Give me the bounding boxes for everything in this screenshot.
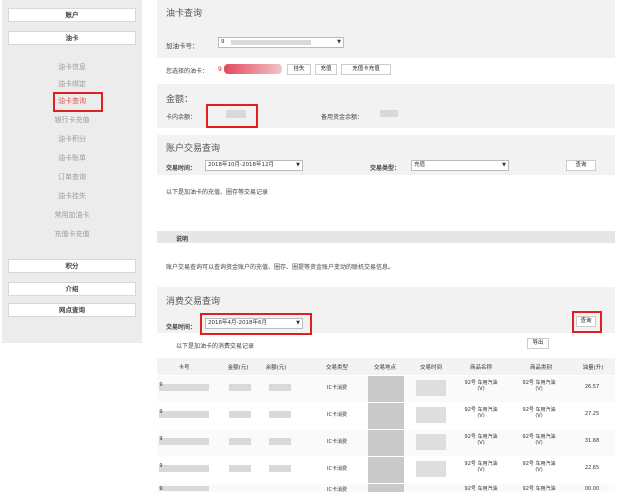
sidebar-card-header[interactable]: 油卡 <box>8 31 136 45</box>
col-header-product: 商品名称 <box>469 365 492 371</box>
masked-reserve-balance <box>380 110 398 117</box>
sidebar-item-order-query[interactable]: 订单查询 <box>2 172 142 182</box>
account-tx-title: 账户交易查询 <box>166 144 221 154</box>
row-card-prefix: 9 <box>159 463 163 469</box>
notes-header <box>157 231 615 243</box>
account-tx-desc: 以下是加油卡的充值、圈存等交易记录 <box>166 189 269 196</box>
balance-highlight-box <box>206 104 258 128</box>
col-header-amount: 金额(元) <box>227 365 249 371</box>
col-header-type: 交易类型 <box>325 365 348 371</box>
row-volume: 31.68 <box>584 438 600 444</box>
selected-card-label: 您选择的油卡： <box>166 68 209 75</box>
chevron-down-icon: ▼ <box>296 162 300 168</box>
row-card-prefix: 9 <box>159 409 163 415</box>
balance-title: 金额： <box>166 95 194 105</box>
row-type: IC卡消费 <box>327 439 347 445</box>
sidebar-highlight-box <box>53 92 103 112</box>
recharge-button[interactable]: 充值 <box>315 64 337 75</box>
account-tx-time-select[interactable]: 2018年10月-2018年12月 ▼ <box>205 160 303 171</box>
row-card-prefix: 9 <box>159 486 163 492</box>
row-volume: 26.57 <box>584 384 600 390</box>
sidebar-item-card-bill[interactable]: 油卡账单 <box>2 153 142 163</box>
sidebar-intro-header[interactable]: 介绍 <box>8 282 136 296</box>
query-title: 油卡查询 <box>166 9 203 19</box>
card-recharge-button[interactable]: 充值卡充值 <box>341 64 391 75</box>
row-category: 92号 车用汽油(V) <box>522 434 556 446</box>
row-category: 92号 车用汽油(V) <box>522 407 556 419</box>
notes-text: 账户交易查询可以查询资金账户的充值、圈存、圈提等资金账户变动的联机交易信息。 <box>166 264 395 271</box>
masked-selected-card <box>224 64 282 74</box>
consume-tx-time-label: 交易时间： <box>166 324 197 331</box>
col-header-balance: 余额(元) <box>265 365 287 371</box>
row-type: IC卡消费 <box>327 385 347 391</box>
row-volume: 22.65 <box>584 465 600 471</box>
sidebar-item-common-cards[interactable]: 常用加油卡 <box>2 210 142 220</box>
col-header-time: 交易时间 <box>419 365 442 371</box>
notes-title: 说明 <box>176 236 189 243</box>
sidebar-account-header[interactable]: 账户 <box>8 8 136 22</box>
masked-card-number <box>231 40 311 45</box>
row-product: 92号 车用汽油(V) <box>464 461 498 473</box>
sidebar-item-card-info[interactable]: 油卡信息 <box>2 62 142 72</box>
chevron-down-icon: ▼ <box>502 162 506 168</box>
row-product: 92号 车用汽油(V) <box>464 434 498 446</box>
row-product: 92号 车用汽油(V) <box>464 380 498 392</box>
time-highlight-box <box>200 313 312 335</box>
col-header-card: 卡号 <box>178 365 190 371</box>
sidebar-outlets-header[interactable]: 网点查询 <box>8 303 136 317</box>
sidebar-item-bank-recharge[interactable]: 银行卡充值 <box>2 115 142 125</box>
account-tx-type-value: 充值 <box>414 162 426 168</box>
col-header-location: 交易地点 <box>373 365 396 371</box>
sidebar-points-header[interactable]: 积分 <box>8 259 136 273</box>
row-category: 92号 车用汽油(V) <box>522 461 556 473</box>
row-card-prefix: 9 <box>159 382 163 388</box>
row-category: 92号 车用汽油(V) <box>522 380 556 392</box>
row-type: IC卡消费 <box>327 466 347 472</box>
card-balance-label: 卡内余额： <box>166 114 197 121</box>
sidebar-item-card-report-loss[interactable]: 油卡挂失 <box>2 191 142 201</box>
account-tx-time-value: 2018年10月-2018年12月 <box>208 162 274 168</box>
chevron-down-icon: ▼ <box>337 39 341 45</box>
reserve-balance-label: 备用资金余额： <box>321 114 364 121</box>
selected-card-value: 9 <box>218 66 222 73</box>
sidebar-item-card-bind[interactable]: 油卡绑定 <box>2 79 142 89</box>
col-header-category: 商品类别 <box>529 365 552 371</box>
account-tx-query-button[interactable]: 查询 <box>566 160 596 171</box>
card-number-select[interactable]: 9 ▼ <box>218 37 344 48</box>
export-button[interactable]: 导出 <box>527 338 549 349</box>
query-highlight-box <box>572 311 602 333</box>
sidebar-item-voucher-recharge[interactable]: 充值卡充值 <box>2 229 142 239</box>
row-volume: 27.25 <box>584 411 600 417</box>
row-product: 92号 车用汽油(V) <box>464 407 498 419</box>
row-category: 92号 车用汽油(V) <box>522 486 556 492</box>
account-tx-type-label: 交易类型： <box>370 165 401 172</box>
row-product: 92号 车用汽油(V) <box>464 486 498 492</box>
consume-tx-desc: 以下是加油卡的消费交易记录 <box>176 343 255 350</box>
sidebar-item-card-points[interactable]: 油卡积分 <box>2 134 142 144</box>
card-number-value: 9 <box>221 39 225 45</box>
consume-tx-title: 消费交易查询 <box>166 297 221 307</box>
row-type: IC卡消费 <box>327 412 347 418</box>
row-volume: 00.00 <box>584 486 600 492</box>
row-type: IC卡消费 <box>327 487 347 492</box>
sidebar: 账户 油卡 油卡信息 油卡绑定 油卡查询 银行卡充值 油卡积分 油卡账单 订单查… <box>2 0 142 343</box>
account-tx-time-label: 交易时间： <box>166 165 197 172</box>
account-tx-type-select[interactable]: 充值 ▼ <box>411 160 509 171</box>
col-header-volume: 油量(升) <box>582 365 604 371</box>
card-number-label: 加油卡号： <box>166 42 199 50</box>
row-card-prefix: 9 <box>159 436 163 442</box>
query-panel <box>157 0 615 58</box>
report-loss-button[interactable]: 挂失 <box>287 64 311 75</box>
